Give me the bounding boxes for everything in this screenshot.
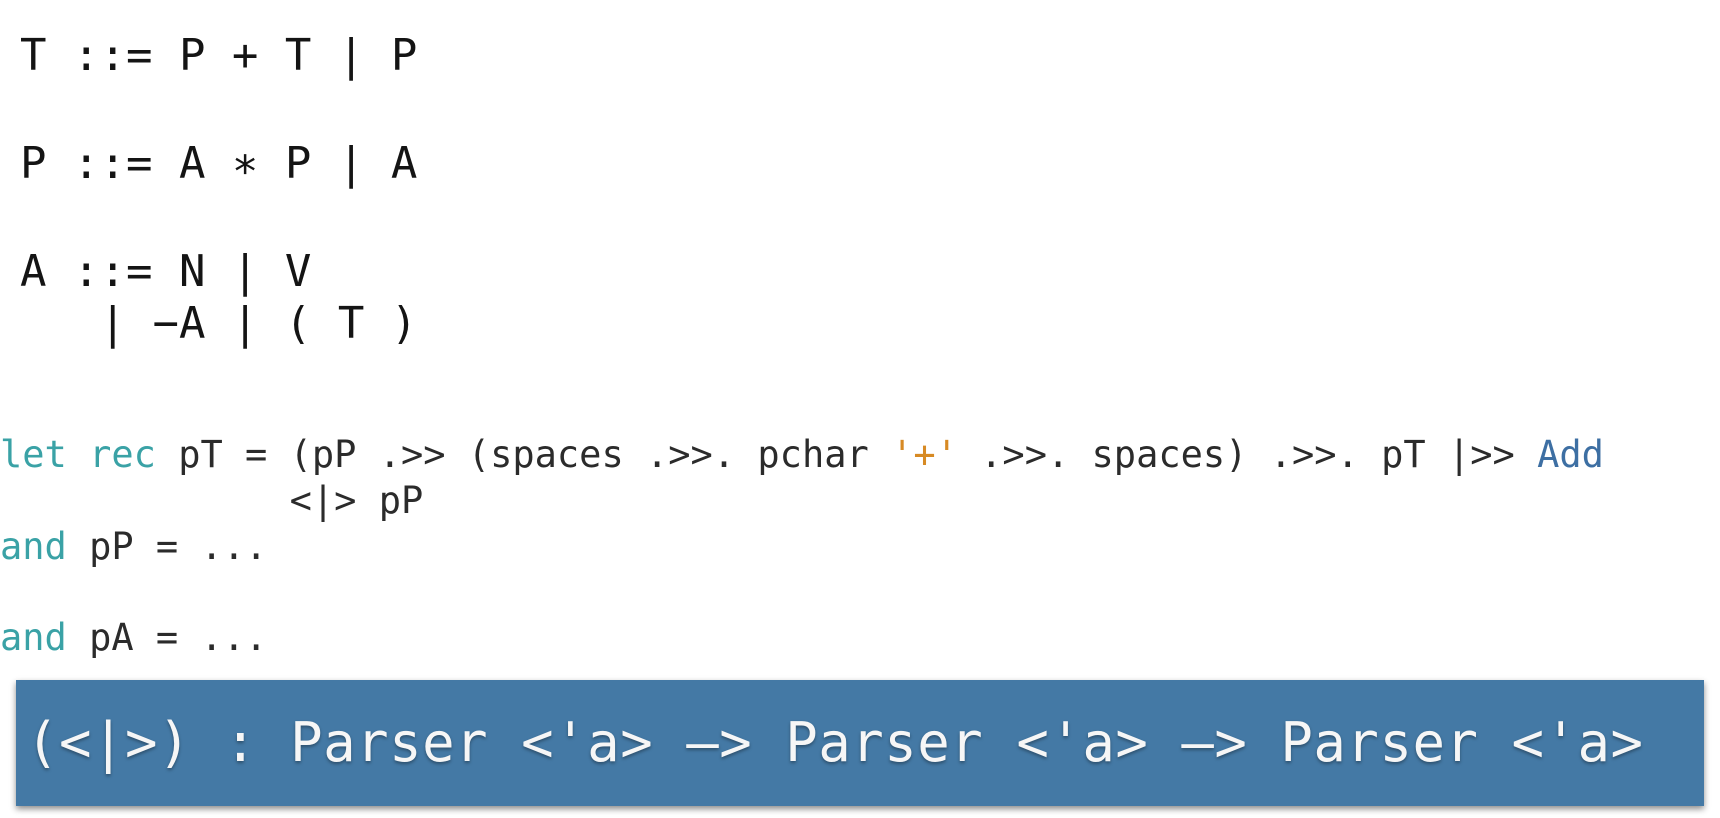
grammar-rule-a-continuation: | −A | ( T ): [20, 298, 418, 349]
code-text-pt-continued: .>>. spaces) .>>. pT |>>: [957, 433, 1538, 476]
code-text-pp-definition: pP = ...: [66, 525, 268, 568]
code-line-alternative-pp: <|> pP: [0, 479, 424, 522]
keyword-rec: rec: [89, 433, 156, 476]
keyword-and: and: [0, 616, 67, 659]
code-text-pa-definition: pA = ...: [66, 616, 268, 659]
type-signature-banner: (<|>) : Parser <'a> –> Parser <'a> –> Pa…: [16, 680, 1704, 806]
grammar-rule-a: A ::= N | V: [20, 246, 312, 297]
code-text-pt-definition: pT = (pP .>> (spaces .>>. pchar: [155, 433, 892, 476]
code-line-let-rec-pt: let rec pT = (pP .>> (spaces .>>. pchar …: [0, 433, 1604, 477]
grammar-rule-p: P ::= A ∗ P | A: [20, 138, 418, 189]
keyword-and: and: [0, 525, 67, 568]
code-line-and-pp: and pP = ...: [0, 525, 267, 569]
char-literal-plus: '+': [891, 433, 958, 476]
constructor-add: Add: [1537, 433, 1604, 476]
orelse-type-signature: (<|>) : Parser <'a> –> Parser <'a> –> Pa…: [26, 711, 1644, 774]
code-line-and-pa: and pA = ...: [0, 616, 267, 660]
keyword-let: let: [0, 433, 67, 476]
grammar-rule-t: T ::= P + T | P: [20, 30, 418, 81]
